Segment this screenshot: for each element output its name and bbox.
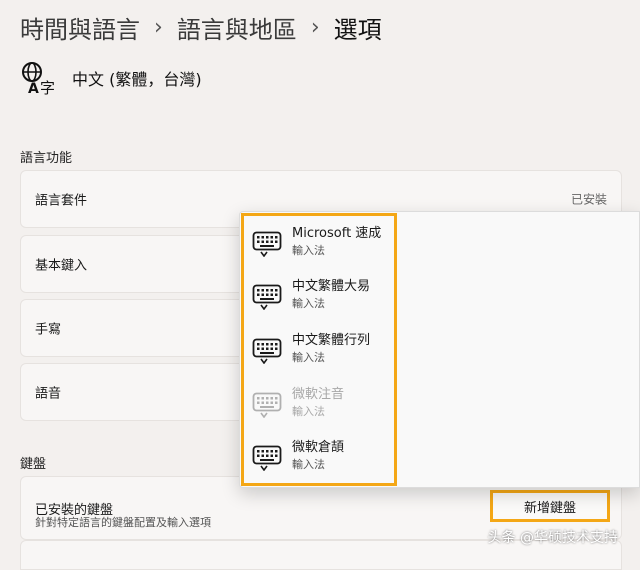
feature-row-label: 語言套件 (35, 193, 88, 209)
add-keyboard-button[interactable]: 新增鍵盤 (490, 490, 610, 522)
ime-name: 微軟注音 (292, 387, 345, 402)
ime-item-changjie[interactable]: 微軟倉頡 輸入法 (252, 439, 392, 483)
installed-keyboards-description: 針對特定語言的鍵盤配置及輸入選項 (35, 516, 211, 529)
keyboard-icon (252, 445, 282, 471)
ime-type: 輸入法 (292, 244, 325, 257)
breadcrumb-item-language-region[interactable]: 語言與地區 (177, 10, 297, 45)
language-name: 中文 (繁體，台灣) (72, 70, 202, 89)
section-title-keyboards: 鍵盤 (20, 457, 47, 472)
ime-name: 微軟倉頡 (292, 440, 345, 455)
ime-item-dayi[interactable]: 中文繁體大易 輸入法 (252, 278, 392, 322)
ime-type: 輸入法 (292, 297, 325, 310)
breadcrumb-separator: › (310, 15, 320, 40)
language-header: A 字 中文 (繁體，台灣) (20, 60, 202, 96)
breadcrumb-item-time-language[interactable]: 時間與語言 (20, 10, 140, 45)
ime-name: 中文繁體行列 (292, 333, 371, 348)
section-title-language-features: 語言功能 (20, 151, 73, 166)
language-icon: A 字 (22, 62, 55, 96)
ime-item-array[interactable]: 中文繁體行列 輸入法 (252, 332, 392, 376)
feature-row-label: 基本鍵入 (35, 258, 88, 274)
ime-type: 輸入法 (292, 351, 325, 364)
keyboard-icon (252, 284, 282, 310)
keyboard-icon (252, 231, 282, 257)
feature-row-label: 語音 (35, 386, 62, 402)
keyboard-icon (252, 392, 282, 418)
breadcrumb: 時間與語言 › 語言與地區 › 選項 (20, 10, 382, 45)
keyboard-icon (252, 338, 282, 364)
ime-name: 中文繁體大易 (292, 279, 371, 294)
ime-name: Microsoft 速成 (292, 226, 382, 241)
svg-text:A: A (28, 81, 39, 96)
breadcrumb-separator: › (154, 15, 163, 40)
page-title: 選項 (333, 16, 382, 44)
watermark: 头条 @华硕技术支持 (487, 530, 618, 546)
ime-type: 輸入法 (292, 405, 325, 418)
feature-row-label: 手寫 (35, 322, 62, 338)
ime-type: 輸入法 (292, 458, 325, 471)
svg-text:字: 字 (40, 79, 55, 96)
ime-item-bopomofo: 微軟注音 輸入法 (252, 386, 392, 430)
install-status: 已安裝 (570, 192, 607, 207)
ime-item-microsoft-quick[interactable]: Microsoft 速成 輸入法 (252, 225, 392, 269)
